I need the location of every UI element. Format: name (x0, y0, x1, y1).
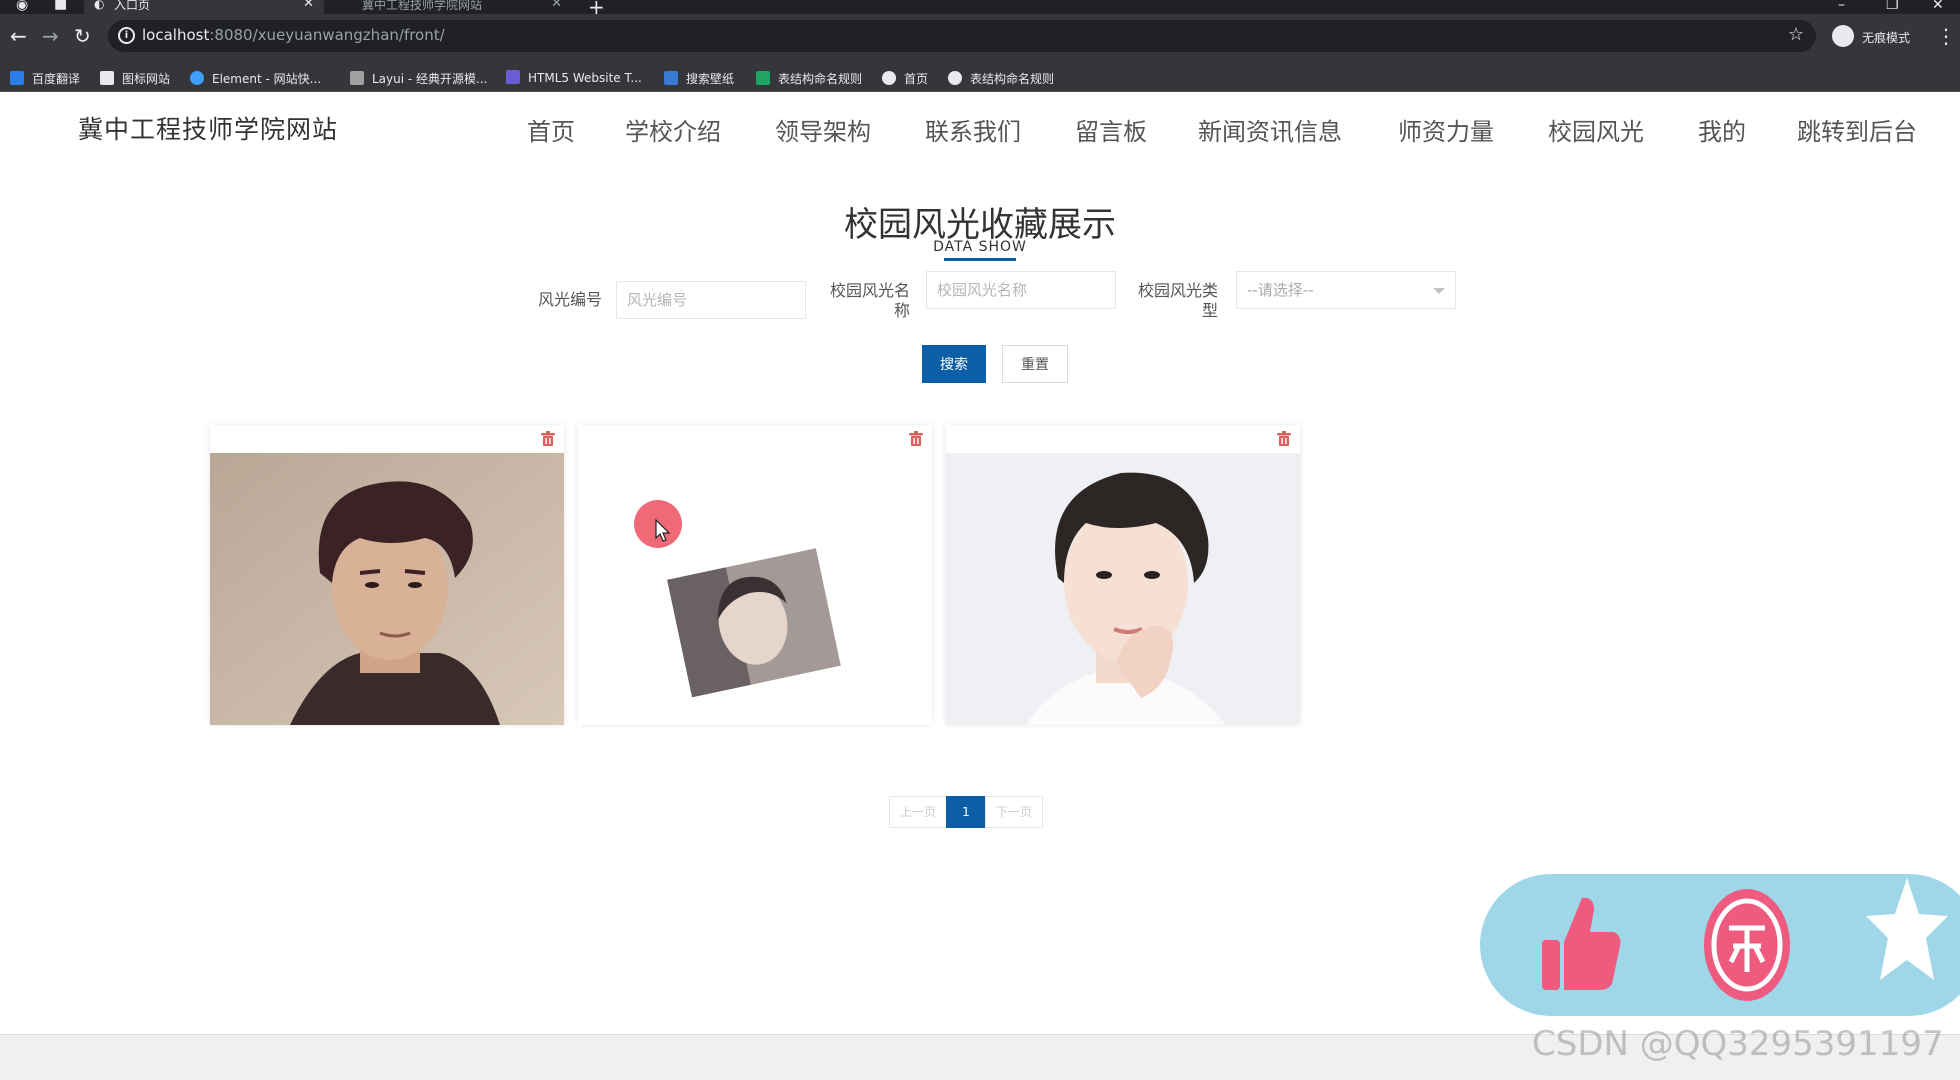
select-value: --请选择-- (1247, 281, 1314, 299)
bookmarks-bar: 百度翻译 图标网站 Element - 网站快... Layui - 经典开源模… (0, 64, 1960, 92)
scenery-photo[interactable] (210, 453, 564, 725)
nav-message-board[interactable]: 留言板 (1075, 112, 1147, 147)
url-text[interactable]: localhost:8080/xueyuanwangzhan/front/ (142, 26, 445, 44)
scenery-card[interactable] (946, 425, 1300, 725)
reload-icon[interactable]: ↻ (74, 26, 91, 46)
delete-icon[interactable] (540, 431, 556, 451)
search-button[interactable]: 搜索 (922, 345, 986, 383)
site-header: 冀中工程技师学院网站 首页 学校介绍 领导架构 联系我们 留言板 新闻资讯信息 … (0, 92, 1960, 164)
browser-menu-icon[interactable]: ⋮ (1936, 24, 1956, 48)
tab-college-site[interactable]: 冀中工程技师学院网站 ✕ (332, 0, 572, 14)
globe-icon (948, 71, 962, 85)
next-page-button[interactable]: 下一页 (985, 796, 1043, 828)
globe-icon: ◐ (94, 0, 105, 11)
bookmark-item[interactable]: 首页 (882, 70, 928, 87)
incognito-profile[interactable]: 无痕模式 (1832, 22, 1942, 52)
delete-icon[interactable] (908, 431, 924, 451)
globe-icon (882, 71, 896, 85)
scenery-card[interactable] (210, 425, 564, 725)
layui-icon (350, 71, 364, 85)
minimize-icon[interactable]: – (1838, 0, 1845, 13)
address-bar[interactable]: i localhost:8080/xueyuanwangzhan/front/ … (108, 20, 1816, 52)
label-line: 校园风光类 (1137, 281, 1218, 300)
baidu-translate-icon (10, 71, 24, 85)
chrome-logo-icon: ◉ (16, 0, 29, 13)
thumbs-up-icon[interactable] (1542, 892, 1622, 996)
tab-overview-icon[interactable]: ■ (54, 0, 67, 12)
bookmark-item[interactable]: 表结构命名规则 (756, 70, 862, 87)
nav-school-intro[interactable]: 学校介绍 (625, 112, 721, 147)
back-arrow-icon[interactable]: ← (10, 26, 27, 46)
scenery-photo[interactable] (578, 453, 932, 725)
field-label-type: 校园风光类 型 (1128, 281, 1218, 321)
site-title[interactable]: 冀中工程技师学院网站 (78, 110, 338, 146)
label-line: 型 (1201, 301, 1218, 320)
flag-icon (100, 71, 114, 85)
nav-leadership[interactable]: 领导架构 (775, 112, 871, 147)
browser-tabstrip: ◉ ■ ◐ 入口页 ✕ 冀中工程技师学院网站 ✕ + – ❐ ✕ (0, 0, 1960, 19)
nav-contact[interactable]: 联系我们 (925, 112, 1021, 147)
element-icon (190, 71, 204, 85)
nav-faculty[interactable]: 师资力量 (1398, 112, 1494, 147)
bookmark-item[interactable]: HTML5 Website T... (506, 70, 642, 85)
restore-icon[interactable]: ❐ (1886, 0, 1899, 13)
forward-arrow-icon[interactable]: → (42, 26, 59, 46)
tab-entry-page[interactable]: ◐ 入口页 ✕ (84, 0, 324, 14)
nav-admin[interactable]: 跳转到后台 (1797, 112, 1917, 147)
bookmark-item[interactable]: Element - 网站快... (190, 70, 321, 87)
prev-page-button[interactable]: 上一页 (889, 796, 947, 828)
incognito-icon (1832, 25, 1854, 47)
reset-button[interactable]: 重置 (1002, 345, 1068, 383)
close-tab-icon[interactable]: ✕ (551, 0, 562, 10)
watermark: CSDN @QQ3295391197 (1532, 1024, 1944, 1064)
bookmark-item[interactable]: Layui - 经典开源模... (350, 70, 487, 87)
field-label-id: 风光编号 (537, 290, 602, 309)
delete-icon[interactable] (1276, 431, 1292, 451)
nav-home[interactable]: 首页 (527, 112, 575, 147)
action-overlay (1480, 874, 1960, 1016)
nav-campus-scenery[interactable]: 校园风光 (1548, 112, 1644, 147)
cursor-highlight (634, 500, 682, 548)
pagination: 上一页 1 下一页 (889, 796, 1043, 828)
scenery-id-input[interactable] (616, 281, 806, 319)
tab-label: 冀中工程技师学院网站 (362, 0, 483, 12)
nav-news[interactable]: 新闻资讯信息 (1198, 112, 1342, 147)
close-window-icon[interactable]: ✕ (1932, 0, 1944, 13)
bookmark-item[interactable]: 搜索壁纸 (664, 70, 734, 87)
close-tab-icon[interactable]: ✕ (303, 0, 314, 10)
tab-label: 入口页 (114, 0, 151, 12)
bookmark-item[interactable]: 表结构命名规则 (948, 70, 1054, 87)
sheet-icon (756, 71, 770, 85)
site-info-icon[interactable]: i (118, 27, 135, 44)
scenery-photo[interactable] (946, 453, 1300, 725)
profile-label: 无痕模式 (1862, 31, 1911, 45)
coin-icon[interactable] (1703, 888, 1791, 1006)
bookmark-star-icon[interactable]: ☆ (1788, 24, 1804, 45)
page-subtitle: DATA SHOW (933, 239, 1027, 255)
bookmark-item[interactable]: 图标网站 (100, 70, 170, 87)
mouse-pointer-icon (655, 518, 671, 542)
html5-icon (506, 70, 520, 84)
wallpaper-icon (664, 71, 678, 85)
browser-toolbar: ← → ↻ i localhost:8080/xueyuanwangzhan/f… (0, 14, 1960, 64)
subtitle-underline (944, 258, 1016, 261)
scenery-card[interactable] (578, 425, 932, 725)
star-icon[interactable] (1864, 876, 1950, 990)
label-line: 称 (893, 301, 910, 320)
scenery-type-select[interactable]: --请选择-- (1236, 271, 1456, 309)
nav-mine[interactable]: 我的 (1698, 112, 1746, 147)
scenery-name-input[interactable] (926, 271, 1116, 309)
caret-down-icon (1433, 288, 1445, 294)
label-line: 校园风光名 (829, 281, 910, 300)
bookmark-item[interactable]: 百度翻译 (10, 70, 80, 87)
page-number-button[interactable]: 1 (946, 796, 986, 828)
field-label-name: 校园风光名 称 (820, 281, 910, 321)
